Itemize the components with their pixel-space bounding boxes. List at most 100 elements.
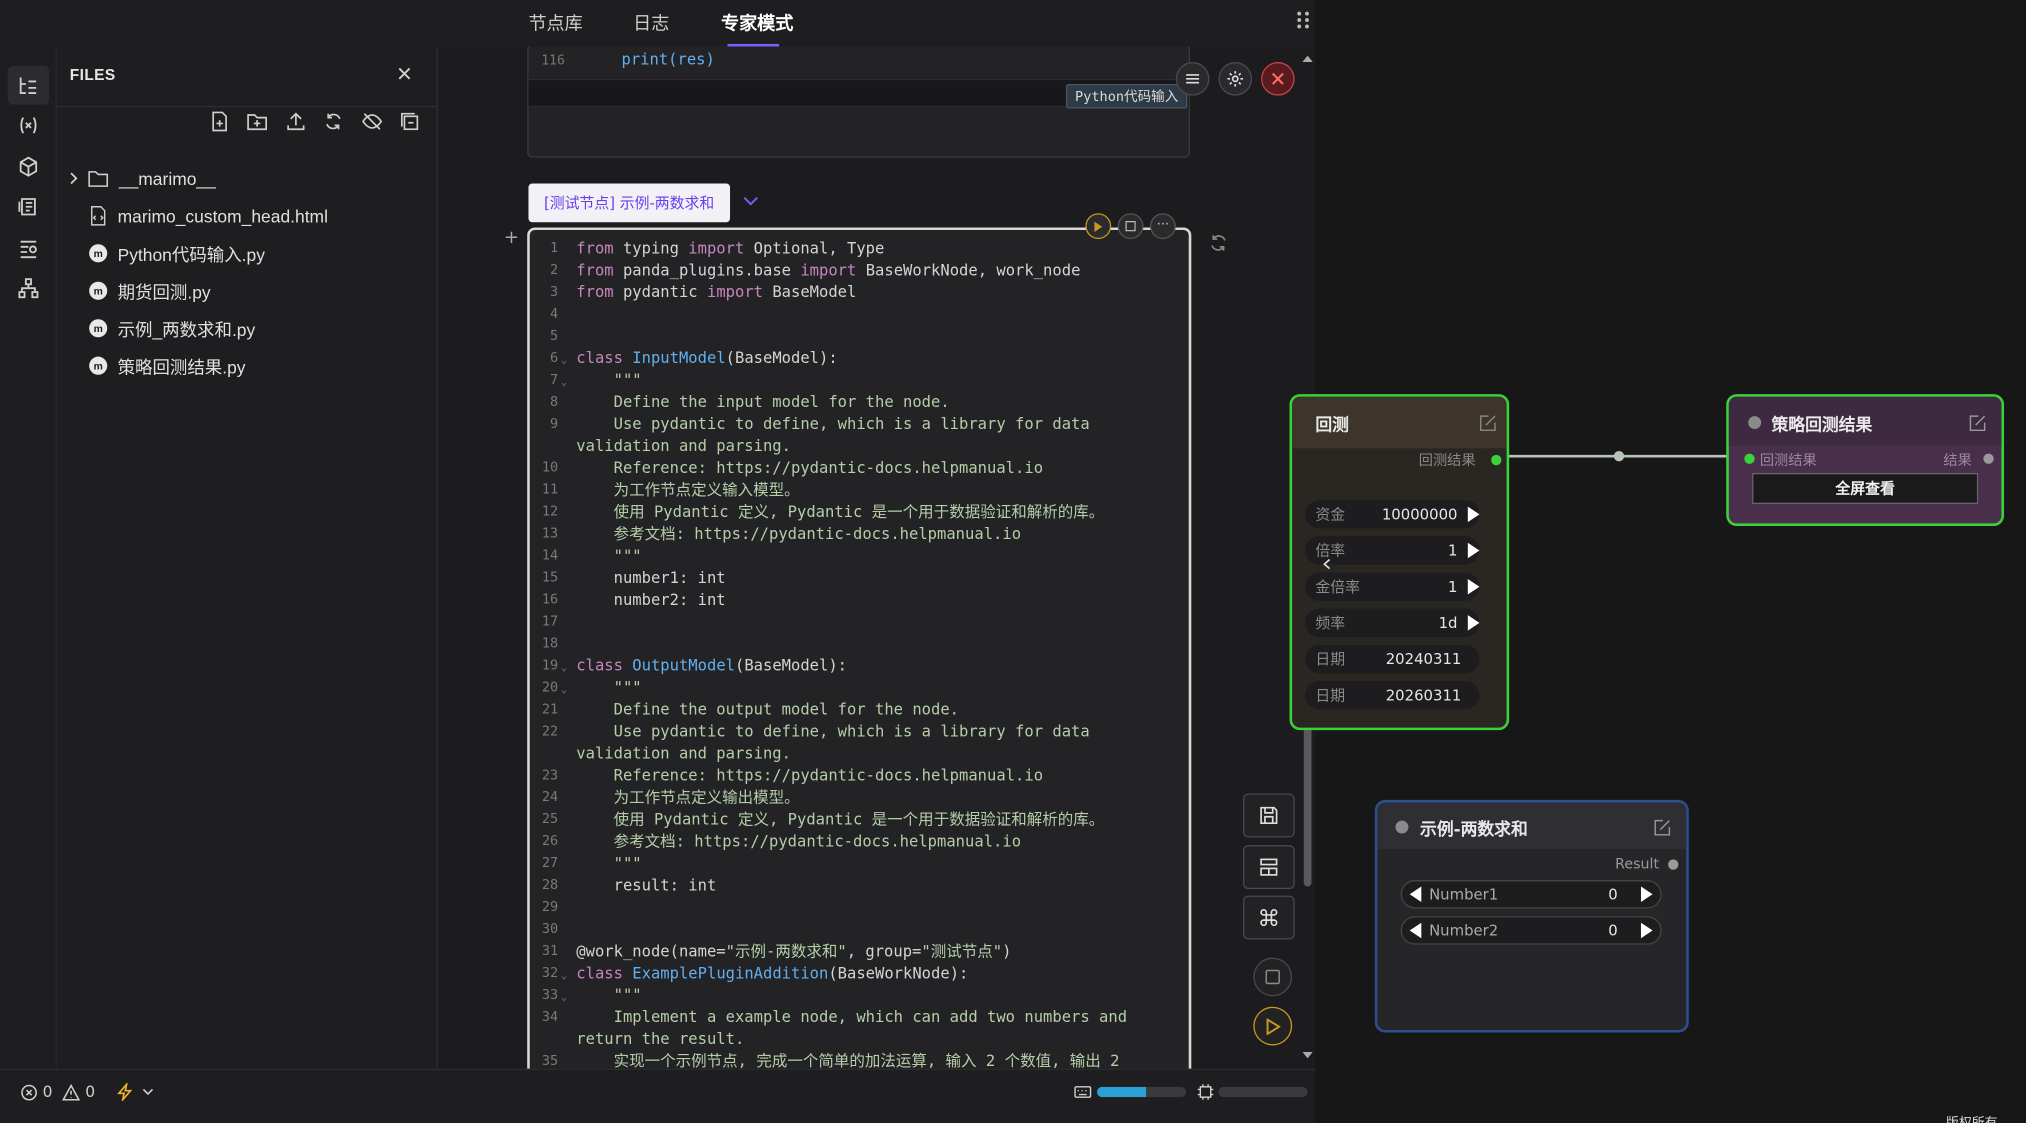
input-port[interactable] (1744, 453, 1755, 464)
stop-cell-icon[interactable] (1117, 213, 1144, 240)
increment-arrow-icon[interactable] (1640, 922, 1653, 939)
code-line: 13 参考文档: https://pydantic-docs.helpmanua… (541, 524, 1022, 543)
code-line: 3 from pydantic import BaseModel (550, 283, 857, 302)
close-icon[interactable] (395, 65, 413, 83)
layout-icon[interactable] (1243, 845, 1295, 890)
edit-icon[interactable] (1479, 415, 1496, 432)
fold-chevron-icon[interactable]: ⌄ (561, 986, 567, 1008)
code-line: 23 Reference: https://pydantic-docs.help… (541, 766, 1044, 785)
scrollbar-thumb[interactable] (1303, 718, 1312, 887)
refresh-icon[interactable] (322, 110, 345, 133)
save-icon[interactable] (1243, 793, 1295, 838)
grid-menu-icon[interactable] (1297, 11, 1313, 30)
collapse-all-icon[interactable] (398, 110, 421, 133)
outline-icon[interactable] (8, 187, 49, 226)
dependency-graph-icon[interactable] (8, 269, 49, 308)
number2-stepper[interactable]: Number2 0 (1400, 916, 1662, 945)
marimo-file-icon: m (89, 244, 108, 263)
code-line: 6 ⌄ class InputModel(BaseModel): (530, 348, 1189, 370)
variables-icon[interactable] (8, 106, 49, 145)
tree-item-file[interactable]: m 期货回测.py (57, 274, 438, 308)
command-icon[interactable] (1243, 895, 1295, 940)
files-explorer-icon[interactable] (7, 65, 50, 105)
node-sum-example[interactable]: 示例-两数求和 Result Number1 0 Number2 0 (1374, 799, 1689, 1033)
code-cell[interactable]: 1 from typing import Optional, Type 2 from … (527, 227, 1192, 1069)
cell-settings-gear-icon[interactable] (1218, 62, 1253, 96)
code-line: validation and parsing. (576, 436, 791, 455)
tab-logs[interactable]: 日志 (633, 10, 669, 36)
error-count[interactable]: 0 (21, 1083, 53, 1101)
chevron-down-icon[interactable] (743, 196, 759, 206)
tree-item-file[interactable]: m 示例_两数求和.py (57, 311, 438, 345)
run-all-icon[interactable] (1253, 1006, 1293, 1046)
chevron-left-icon[interactable] (1323, 558, 1331, 570)
fold-chevron-icon[interactable]: ⌄ (561, 678, 567, 700)
run-cell-icon[interactable] (1085, 213, 1112, 240)
increment-arrow-icon[interactable] (1467, 506, 1480, 523)
node-strategy-result[interactable]: 策略回测结果 回测结果 结果 全屏查看 (1726, 394, 2005, 526)
runtime-mode-dropdown[interactable] (116, 1082, 154, 1102)
more-actions-icon[interactable]: ··· (1149, 213, 1176, 240)
param-field[interactable]: 日期 20260311 (1305, 681, 1480, 710)
upload-icon[interactable] (284, 110, 307, 133)
tree-item-file[interactable]: m Python代码输入.py (57, 236, 438, 270)
new-folder-icon[interactable] (245, 110, 268, 133)
tab-node-library[interactable]: 节点库 (528, 10, 582, 36)
fold-chevron-icon[interactable]: ⌄ (561, 656, 567, 678)
code-editor[interactable]: 1 from typing import Optional, Type 2 from … (530, 238, 1189, 1069)
code-line: 17 (541, 613, 559, 630)
scroll-up-icon[interactable] (1302, 54, 1313, 63)
cpu-usage-bar (1218, 1086, 1308, 1098)
tab-expert-mode[interactable]: 专家模式 (721, 10, 793, 36)
tree-item-file[interactable]: marimo_custom_head.html (57, 199, 438, 233)
tree-item-file[interactable]: m 策略回测结果.py (57, 349, 438, 383)
stop-all-icon[interactable] (1253, 957, 1293, 997)
increment-arrow-icon[interactable] (1467, 615, 1480, 631)
cpu-icon[interactable] (1196, 1083, 1214, 1101)
packages-icon[interactable] (8, 147, 49, 186)
output-port[interactable] (1668, 859, 1679, 870)
param-field[interactable]: 日期 20240311 (1305, 644, 1480, 674)
new-file-icon[interactable] (208, 110, 231, 133)
edit-icon[interactable] (1654, 819, 1671, 836)
files-panel: FILES __marimo__ marimo_custom_head.html… (56, 46, 439, 1069)
hide-icon[interactable] (360, 110, 383, 133)
number1-stepper[interactable]: Number1 0 (1400, 880, 1662, 909)
param-field[interactable]: 资金 10000000 (1305, 500, 1480, 529)
node-graph-canvas[interactable]: 回测 回测结果 资金 10000000 倍率 1 金倍率 1 频率 1d 日期 … (1289, 0, 2026, 1123)
sync-icon[interactable] (1208, 233, 1229, 254)
scroll-down-icon[interactable] (1302, 1051, 1313, 1060)
increment-arrow-icon[interactable] (1467, 542, 1480, 559)
add-cell-icon[interactable]: + (504, 227, 519, 248)
previous-code-cell[interactable]: 116 print(res) Python代码输入 (527, 46, 1191, 158)
search-list-icon[interactable] (8, 229, 49, 268)
keyboard-icon[interactable] (1074, 1086, 1092, 1099)
warning-count[interactable]: 0 (62, 1083, 95, 1101)
fullscreen-button[interactable]: 全屏查看 (1752, 472, 1979, 504)
decrement-arrow-icon[interactable] (1409, 886, 1422, 903)
fold-chevron-icon[interactable]: ⌄ (561, 349, 567, 371)
param-field[interactable]: 频率 1d (1305, 608, 1480, 638)
increment-arrow-icon[interactable] (1640, 886, 1653, 903)
increment-arrow-icon[interactable] (1467, 578, 1480, 595)
node-title: 回测 (1315, 415, 1349, 435)
tree-item-label: Python代码输入.py (117, 245, 265, 265)
fold-chevron-icon[interactable]: ⌄ (561, 371, 567, 393)
decrement-arrow-icon[interactable] (1409, 922, 1422, 939)
cell-menu-icon[interactable] (1175, 62, 1210, 96)
status-bar: 0 0 (0, 1068, 1316, 1123)
delete-cell-icon[interactable] (1261, 62, 1295, 96)
code-line: return the result. (576, 1029, 745, 1049)
param-field[interactable]: 金倍率 1 (1305, 572, 1480, 601)
param-field[interactable]: 倍率 1 (1305, 536, 1480, 565)
code-line: 14 """ (541, 546, 642, 565)
output-port[interactable] (1491, 454, 1502, 466)
edit-icon[interactable] (1969, 415, 1986, 432)
fold-chevron-icon[interactable]: ⌄ (561, 964, 567, 986)
code-line: 16 number2: int (541, 590, 726, 609)
code-line: 22 Use pydantic to define, which is a li… (541, 722, 1090, 741)
tree-item-folder[interactable]: __marimo__ (57, 162, 438, 196)
input-label: 回测结果 (1759, 452, 1817, 470)
output-port[interactable] (1983, 453, 1994, 464)
node-name-tag[interactable]: [测试节点] 示例-两数求和 (528, 183, 730, 223)
